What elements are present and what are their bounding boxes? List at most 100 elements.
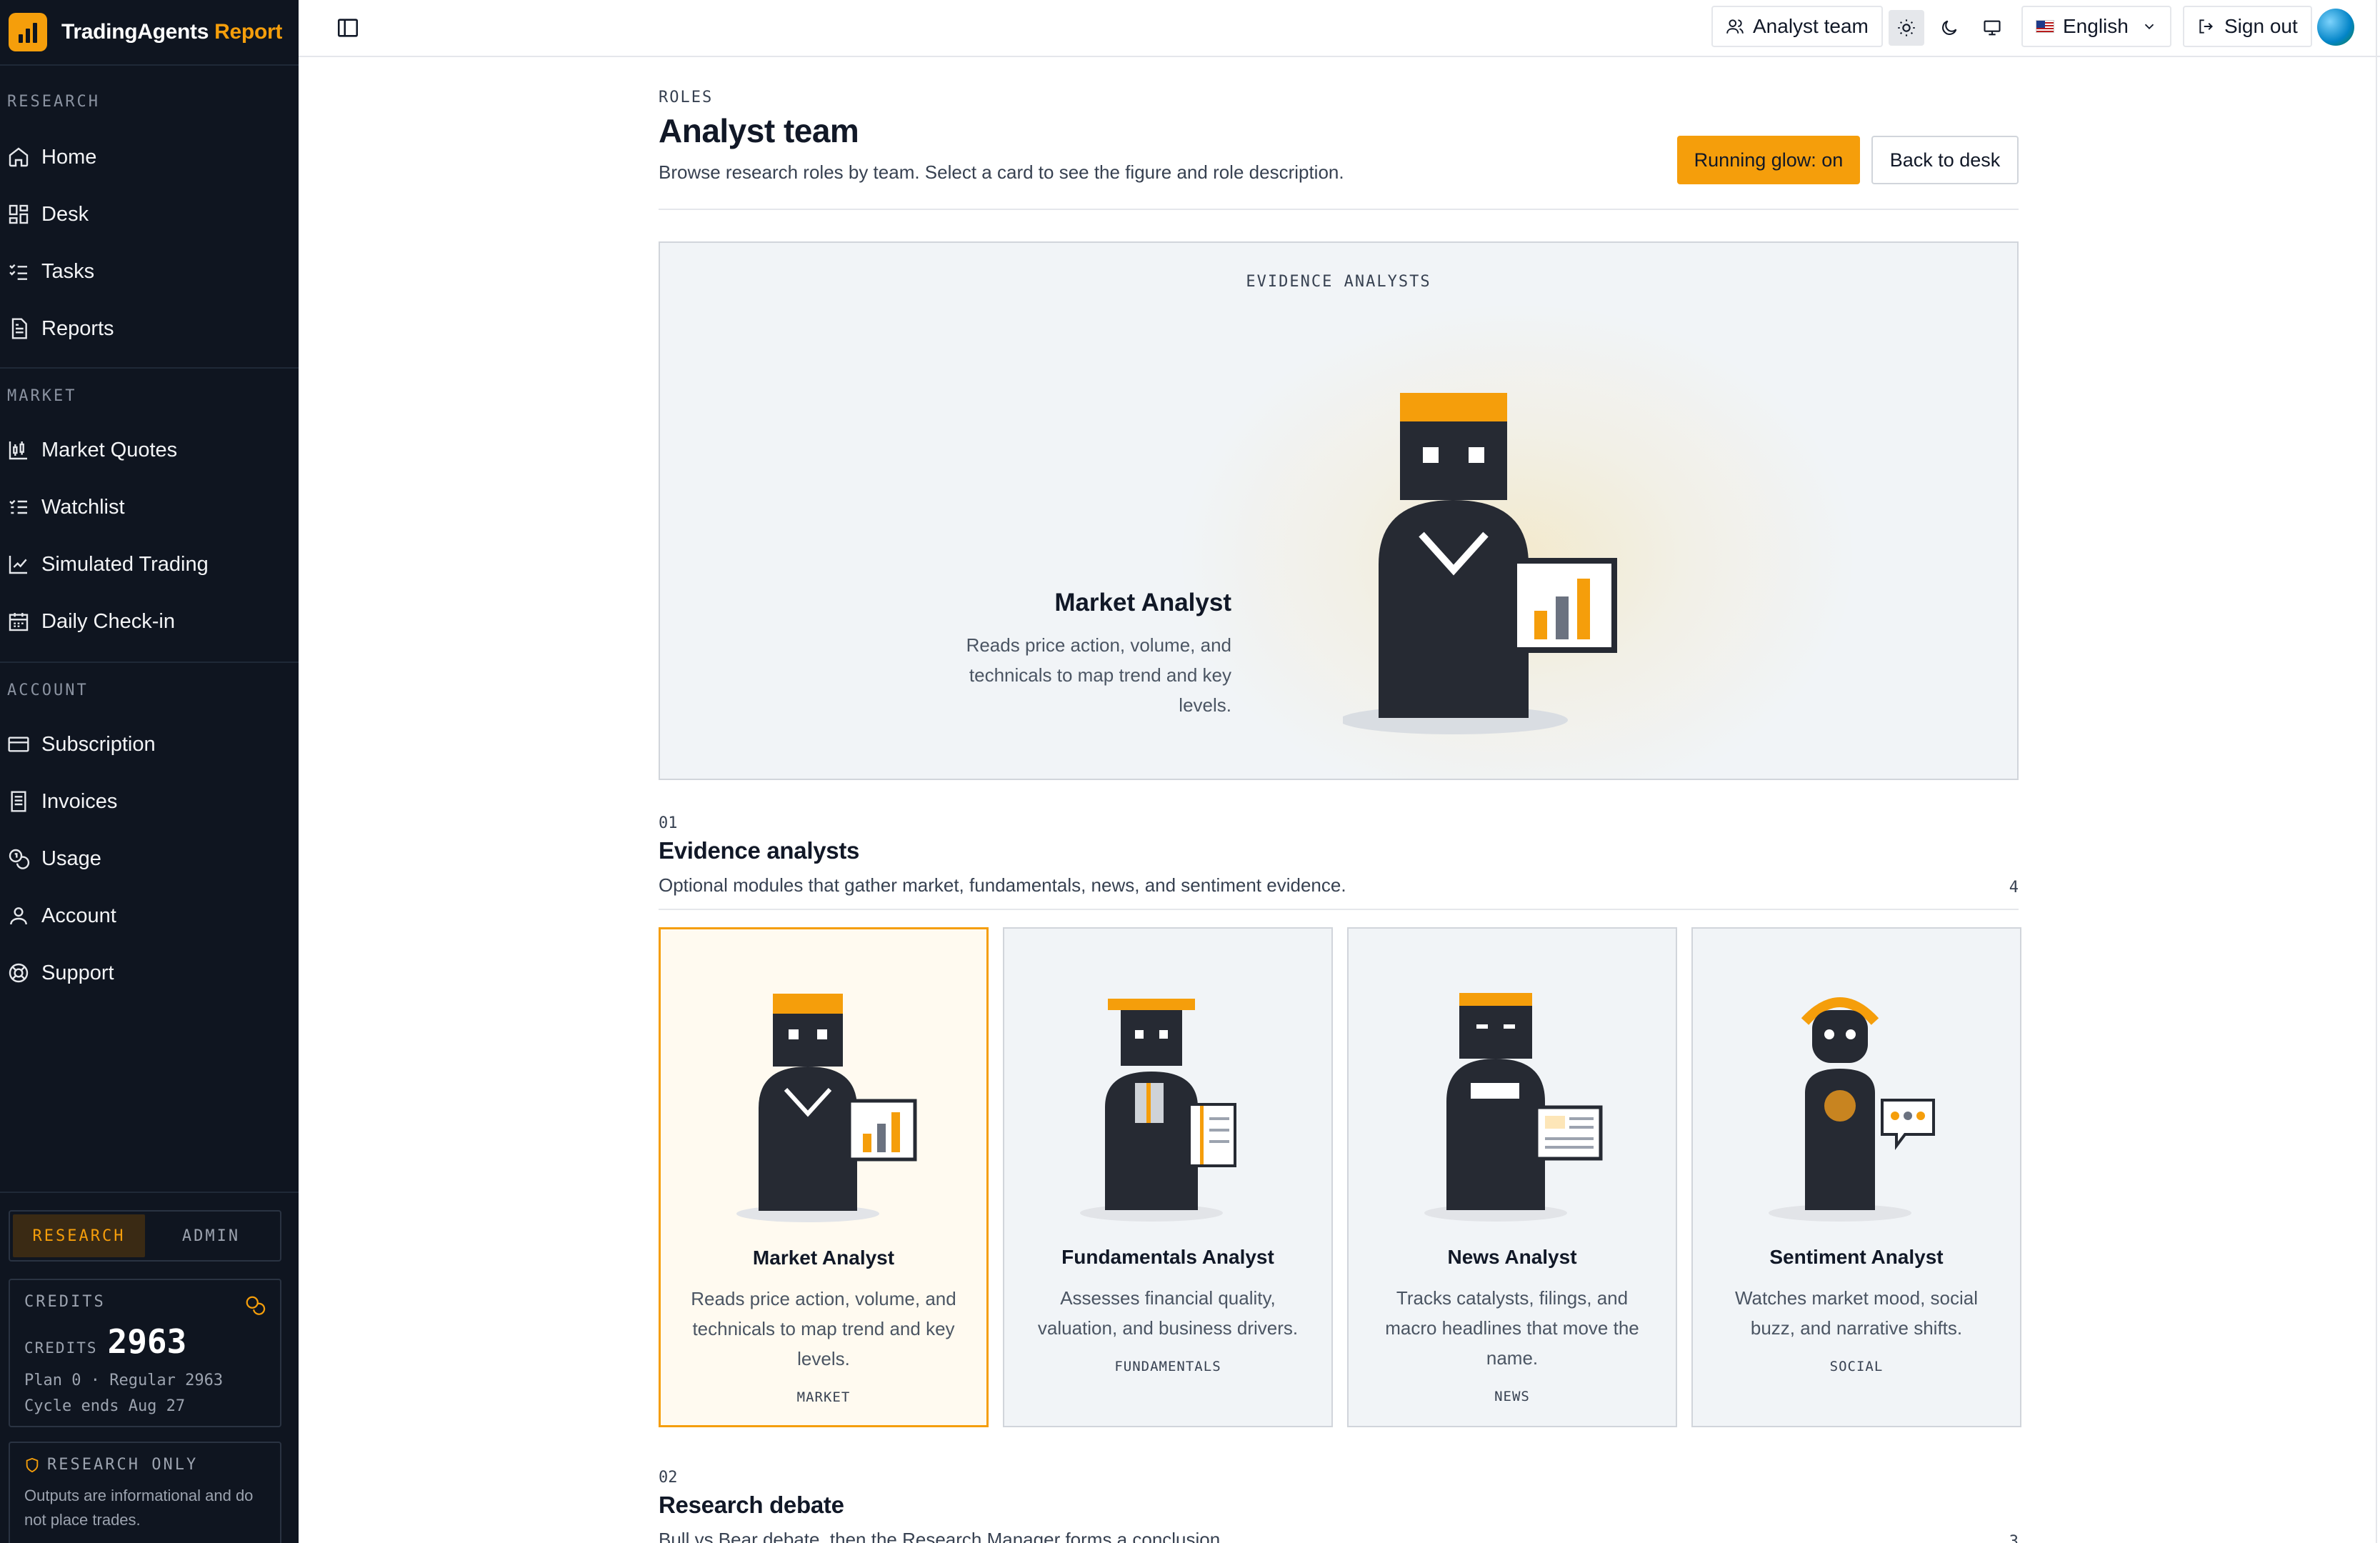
nav-item-invoices[interactable]: Invoices	[7, 780, 290, 823]
us-flag-icon	[2036, 20, 2054, 33]
candlestick-icon	[9, 441, 27, 460]
page-subtitle: Browse research roles by team. Select a …	[659, 161, 1344, 183]
nav-item-reports[interactable]: Reports	[7, 307, 290, 350]
nav-divider	[0, 661, 299, 663]
nav-item-watchlist[interactable]: Watchlist	[7, 486, 290, 529]
notice-text: Outputs are informational and do not pla…	[24, 1487, 254, 1529]
light-theme-button[interactable]	[1889, 10, 1924, 46]
card-description: Assesses financial quality, valuation, a…	[1037, 1287, 1299, 1339]
nav-item-simulated-trading[interactable]: Simulated Trading	[7, 543, 290, 586]
brand-logo-icon	[9, 13, 47, 51]
nav-item-home[interactable]: Home	[7, 136, 290, 179]
credit-card-icon	[8, 736, 29, 752]
sidebar: TradingAgents Report RESEARCH Home Desk …	[0, 0, 299, 1543]
monitor-icon	[1984, 20, 2001, 36]
moon-icon	[1942, 20, 1957, 35]
nav-item-daily-check-in[interactable]: Daily Check-in	[7, 600, 290, 643]
dark-theme-button[interactable]	[1931, 10, 1967, 46]
nav-divider	[0, 367, 299, 369]
running-glow-toggle[interactable]: Running glow: on	[1677, 136, 1860, 184]
credits-plan: Plan 0 · Regular 2963	[24, 1372, 224, 1389]
nav-item-subscription[interactable]: Subscription	[7, 723, 290, 766]
credits-panel: CREDITS CREDITS 2963 Plan 0 · Regular 29…	[9, 1279, 281, 1427]
section-title: Evidence analysts	[659, 837, 860, 864]
section-number: 01	[659, 814, 678, 832]
nav-section-account: ACCOUNT	[7, 681, 89, 699]
role-card-market-analyst[interactable]: Market Analyst Reads price action, volum…	[659, 927, 989, 1427]
calendar-icon	[9, 613, 29, 631]
brand[interactable]: TradingAgents Report	[0, 0, 299, 66]
role-card-sentiment-analyst[interactable]: Sentiment Analyst Watches market mood, s…	[1691, 927, 2021, 1427]
card-tag: NEWS	[1494, 1389, 1530, 1404]
receipt-icon	[11, 791, 26, 812]
team-button[interactable]: Analyst team	[1711, 6, 1883, 47]
mode-switch: RESEARCH ADMIN	[9, 1210, 281, 1262]
life-buoy-icon	[9, 963, 29, 983]
section-count: 3	[2009, 1533, 2019, 1543]
credits-cycle: Cycle ends Aug 27	[24, 1397, 186, 1415]
market-analyst-icon	[736, 994, 917, 1222]
mode-admin-tab[interactable]: ADMIN	[145, 1214, 277, 1257]
line-chart-icon	[9, 556, 27, 574]
card-description: Reads price action, volume, and technica…	[691, 1288, 956, 1369]
nav-item-usage[interactable]: Usage	[7, 837, 290, 880]
nav-item-tasks[interactable]: Tasks	[7, 250, 290, 293]
avatar[interactable]	[2317, 9, 2354, 46]
card-tag: FUNDAMENTALS	[1114, 1359, 1221, 1374]
chevron-down-icon	[2144, 24, 2154, 30]
role-detail-panel: EVIDENCE ANALYSTS Market Analyst Reads p…	[659, 241, 2019, 780]
section-number: 02	[659, 1469, 678, 1487]
fundamentals-analyst-icon	[1080, 999, 1236, 1222]
nav-item-support[interactable]: Support	[7, 952, 290, 994]
user-icon	[10, 907, 27, 925]
nav-item-desk[interactable]: Desk	[7, 193, 290, 236]
section-description: Optional modules that gather market, fun…	[659, 874, 1346, 896]
nav-divider	[0, 1192, 299, 1193]
sun-icon	[1898, 19, 1915, 36]
role-card-fundamentals-analyst[interactable]: Fundamentals Analyst Assesses financial …	[1003, 927, 1333, 1427]
hero-team-label: EVIDENCE ANALYSTS	[1246, 273, 1431, 291]
card-title: Sentiment Analyst	[1769, 1246, 1944, 1268]
card-title: News Analyst	[1447, 1246, 1577, 1268]
section-count: 4	[2009, 879, 2019, 897]
sentiment-analyst-icon	[1769, 997, 1935, 1222]
file-text-icon	[11, 318, 27, 339]
section-description: Bull vs Bear debate, then the Research M…	[659, 1529, 1226, 1543]
credits-title: CREDITS	[24, 1293, 106, 1311]
credits-label: CREDITS	[24, 1339, 98, 1357]
list-todo-icon	[9, 499, 27, 514]
card-title: Market Analyst	[752, 1247, 895, 1269]
shield-icon	[26, 1457, 39, 1472]
nav-section-market: MARKET	[7, 387, 77, 405]
nav-item-market-quotes[interactable]: Market Quotes	[7, 429, 290, 471]
brand-name: TradingAgents Report	[61, 20, 283, 44]
section-divider	[659, 909, 2019, 910]
market-analyst-figure	[1343, 393, 1617, 734]
research-only-notice: RESEARCH ONLY Outputs are informational …	[9, 1442, 281, 1543]
users-icon	[1726, 19, 1744, 34]
card-description: Tracks catalysts, filings, and macro hea…	[1385, 1287, 1639, 1369]
header-divider	[659, 209, 2019, 210]
news-analyst-icon	[1424, 993, 1603, 1222]
credits-value: 2963	[107, 1322, 187, 1361]
home-icon	[9, 147, 29, 167]
sidebar-toggle-icon[interactable]	[336, 16, 360, 40]
card-tag: SOCIAL	[1829, 1359, 1884, 1374]
grid-icon	[9, 204, 29, 224]
log-out-icon	[2199, 19, 2213, 34]
page-eyebrow: ROLES	[659, 89, 714, 106]
main-content: ROLES Analyst team Browse research roles…	[299, 57, 2380, 1543]
hero-role-description: Reads price action, volume, and technica…	[966, 634, 1231, 716]
nav-item-account[interactable]: Account	[7, 894, 290, 937]
sign-out-button[interactable]: Sign out	[2183, 6, 2312, 47]
section-title: Research debate	[659, 1492, 844, 1518]
card-tag: MARKET	[796, 1389, 851, 1405]
language-select[interactable]: English	[2021, 6, 2171, 47]
hero-role-name: Market Analyst	[1054, 589, 1231, 616]
system-theme-button[interactable]	[1974, 10, 2010, 46]
back-to-desk-button[interactable]: Back to desk	[1871, 136, 2019, 184]
coins-icon[interactable]	[244, 1294, 266, 1316]
role-card-news-analyst[interactable]: News Analyst Tracks catalysts, filings, …	[1347, 927, 1677, 1427]
mode-research-tab[interactable]: RESEARCH	[13, 1214, 145, 1257]
card-description: Watches market mood, social buzz, and na…	[1734, 1287, 1979, 1339]
